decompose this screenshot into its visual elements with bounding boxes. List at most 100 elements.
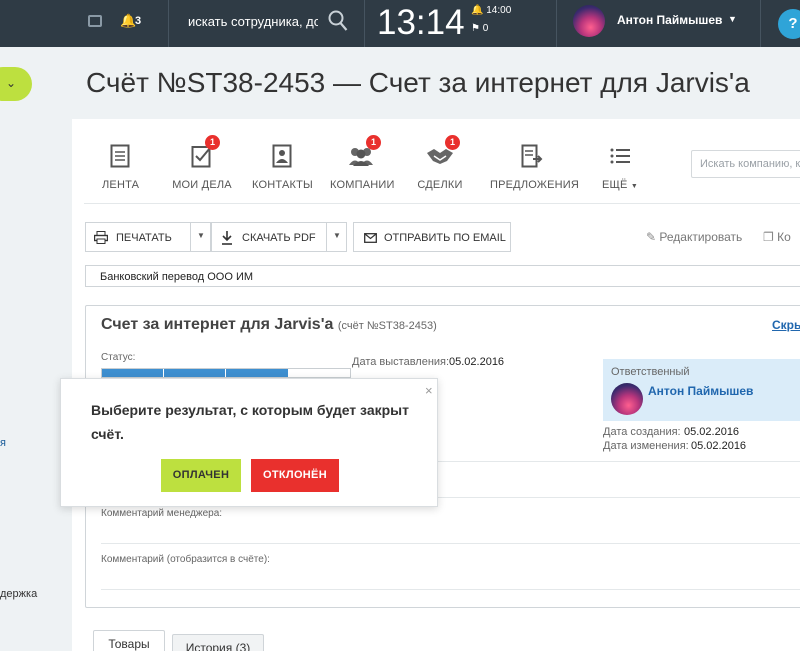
tasks-icon: 1 xyxy=(172,135,232,170)
avatar[interactable] xyxy=(573,5,605,37)
download-pdf-button[interactable]: СКАЧАТЬ PDF xyxy=(211,222,327,252)
issue-date-label: Дата выставления: xyxy=(352,356,450,368)
alarm-time: 14:00 xyxy=(486,5,512,16)
responsible-name[interactable]: Антон Паймышев xyxy=(648,384,753,398)
chevron-down-icon: ▼ xyxy=(333,231,341,240)
deals-icon: 1 xyxy=(415,135,465,170)
modified-date-label: Дата изменения: xyxy=(603,440,689,452)
nav-item-more[interactable]: ЕЩЁ ▼ xyxy=(600,144,640,191)
envelope-icon xyxy=(364,233,377,243)
print-button[interactable]: ПЕЧАТАТЬ xyxy=(85,222,191,252)
nav-item-label: КОНТАКТЫ xyxy=(252,179,313,191)
company-search-input[interactable]: Искать компанию, к xyxy=(691,150,800,178)
chat-icon[interactable] xyxy=(88,15,102,27)
feed-icon xyxy=(102,144,138,170)
status-progress-bar[interactable] xyxy=(101,368,351,378)
invoice-title: Счет за интернет для Jarvis'a (счёт №ST3… xyxy=(101,316,437,334)
rejected-button[interactable]: ОТКЛОНЁН xyxy=(251,459,339,492)
divider xyxy=(760,0,761,47)
edit-link[interactable]: ✎ Редактировать xyxy=(646,230,742,244)
alarm-icon: 🔔 xyxy=(471,5,484,16)
pdf-options-button[interactable]: ▼ xyxy=(327,222,347,252)
copy-icon: ❐ xyxy=(763,230,774,244)
chevron-down-icon[interactable]: ▼ xyxy=(728,14,737,24)
top-bar: 🔔 3 искать сотрудника, док 13:14 🔔 14:00… xyxy=(0,0,800,47)
nav-item-label: МОИ ДЕЛА xyxy=(172,179,232,191)
download-icon xyxy=(222,231,232,245)
divider xyxy=(168,0,169,47)
notification-count[interactable]: 3 xyxy=(135,15,141,27)
manager-comment-label: Комментарий менеджера: xyxy=(101,508,223,519)
nav-more-label-row: ЕЩЁ ▼ xyxy=(600,179,640,191)
notification-badge: 1 xyxy=(445,135,460,150)
flag-count: 0 xyxy=(482,23,489,34)
chevron-down-icon: ▼ xyxy=(630,183,638,190)
notification-badge: 1 xyxy=(366,135,381,150)
nav-item-companies[interactable]: 1 КОМПАНИИ xyxy=(330,135,395,191)
status-progress-fill xyxy=(102,369,288,377)
offers-icon xyxy=(490,144,574,170)
nav-item-deals[interactable]: 1 СДЕЛКИ xyxy=(415,135,465,191)
public-comment-field[interactable] xyxy=(101,589,800,590)
send-email-button[interactable]: ОТПРАВИТЬ ПО EMAIL xyxy=(353,222,511,252)
flag-indicator[interactable]: ⚑ 0 xyxy=(471,23,488,34)
divider xyxy=(364,0,365,47)
clock[interactable]: 13:14 xyxy=(377,3,465,43)
contacts-icon xyxy=(252,144,312,170)
bell-icon[interactable]: 🔔 xyxy=(120,13,136,29)
paid-button[interactable]: ОПЛАЧЕН xyxy=(161,459,241,492)
divider xyxy=(556,0,557,47)
nav-item-offers[interactable]: ПРЕДЛОЖЕНИЯ xyxy=(490,144,580,191)
invoice-number: (счёт №ST38-2453) xyxy=(337,320,437,332)
edit-label: Редактировать xyxy=(659,230,743,244)
public-comment-label: Комментарий (отобразится в счёте): xyxy=(101,554,270,565)
nav-item-label: СДЕЛКИ xyxy=(417,179,463,191)
created-date-label: Дата создания: xyxy=(603,426,681,438)
nav-item-label: ПРЕДЛОЖЕНИЯ xyxy=(490,179,580,191)
issue-date-value[interactable]: 05.02.2016 xyxy=(449,356,504,368)
crm-nav: ЛЕНТА 1 МОИ ДЕЛА КОНТАКТЫ 1 КОМПАНИИ 1 С… xyxy=(72,119,800,204)
send-email-label: ОТПРАВИТЬ ПО EMAIL xyxy=(384,232,506,244)
chevron-down-icon: ▼ xyxy=(197,231,205,240)
print-options-button[interactable]: ▼ xyxy=(191,222,211,252)
status-label: Статус: xyxy=(101,352,136,363)
nav-item-contacts[interactable]: КОНТАКТЫ xyxy=(252,144,313,191)
nav-item-label: ЕЩЁ xyxy=(602,179,628,191)
nav-item-label: ЛЕНТА xyxy=(102,179,140,191)
search-icon[interactable] xyxy=(328,10,348,32)
nav-item-feed[interactable]: ЛЕНТА xyxy=(102,144,140,191)
copy-label: Ко xyxy=(777,230,791,244)
alarm-indicator[interactable]: 🔔 14:00 xyxy=(471,5,511,16)
divider xyxy=(84,203,800,204)
printer-icon xyxy=(94,231,108,244)
page-title: Счёт №ST38-2453 — Счет за интернет для J… xyxy=(86,67,750,98)
created-date-value: 05.02.2016 xyxy=(684,426,740,438)
companies-icon: 1 xyxy=(330,135,392,170)
copy-link[interactable]: ❐ Ко xyxy=(763,230,791,244)
responsible-label: Ответственный xyxy=(611,366,690,378)
avatar[interactable] xyxy=(611,383,643,415)
download-pdf-label: СКАЧАТЬ PDF xyxy=(242,232,316,244)
hide-link[interactable]: Скры xyxy=(772,318,800,332)
invoice-title-text: Счет за интернет для Jarvis'a xyxy=(101,316,334,333)
more-icon xyxy=(600,144,640,170)
sidebar-item-support[interactable]: держка xyxy=(0,588,37,600)
status-segment-divider xyxy=(225,369,226,377)
pencil-icon: ✎ xyxy=(646,230,657,244)
close-icon[interactable]: × xyxy=(425,383,433,398)
nav-item-tasks[interactable]: 1 МОИ ДЕЛА xyxy=(172,135,232,191)
payment-method-field[interactable]: Банковский перевод ООО ИМ xyxy=(85,265,800,287)
sidebar-toggle-button[interactable]: ⌄ xyxy=(0,67,32,101)
help-button[interactable]: ? xyxy=(778,9,800,39)
user-name[interactable]: Антон Паймышев xyxy=(617,13,722,27)
status-segment-divider xyxy=(163,369,164,377)
sidebar-item-label[interactable]: я xyxy=(0,437,6,449)
nav-item-label: КОМПАНИИ xyxy=(330,179,395,191)
popup-message: Выберите результат, с которым будет закр… xyxy=(91,402,409,442)
manager-comment-field[interactable] xyxy=(101,543,800,544)
modified-date-value: 05.02.2016 xyxy=(691,440,747,452)
tab-products[interactable]: Товары xyxy=(93,630,165,651)
flag-icon: ⚑ xyxy=(471,23,480,34)
tab-history[interactable]: История (3) xyxy=(172,634,264,651)
global-search-input[interactable]: искать сотрудника, док xyxy=(188,14,318,29)
